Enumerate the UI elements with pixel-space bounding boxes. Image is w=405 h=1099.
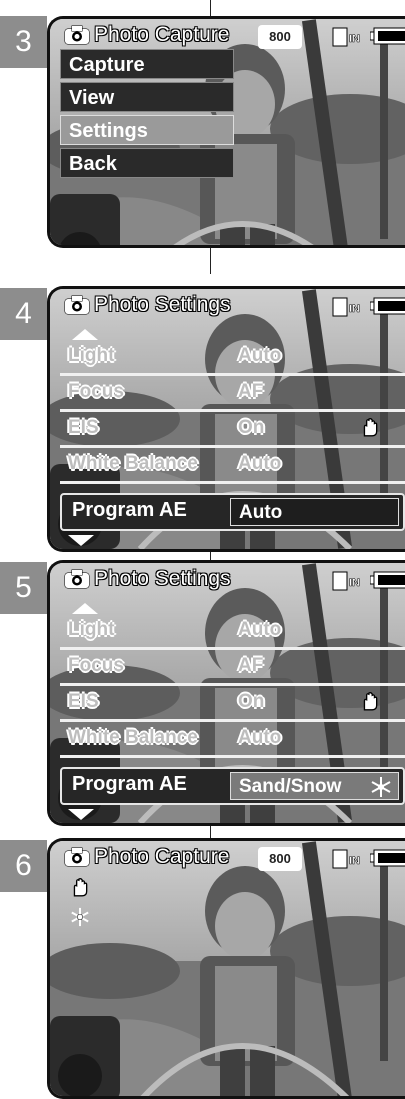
camera-icon <box>64 847 90 867</box>
battery-icon <box>370 849 405 867</box>
photo-capture-menu: Capture View Settings Back <box>60 49 234 181</box>
resolution-badge: 800 <box>258 25 302 49</box>
snowflake-icon <box>371 777 391 797</box>
screen-header: Photo Settings <box>64 567 231 591</box>
svg-text:IN: IN <box>349 855 360 867</box>
camera-icon <box>64 295 90 315</box>
setting-row-focus[interactable]: Focus AF <box>60 653 405 686</box>
setting-row-program-ae[interactable]: Program AE Auto <box>60 493 405 531</box>
internal-memory-icon: IN <box>332 297 360 317</box>
svg-text:IN: IN <box>349 303 360 315</box>
setting-row-light[interactable]: Light Auto <box>60 617 405 650</box>
camera-screen-photo-capture-menu: Photo Capture 800 IN Capture View Settin… <box>47 16 405 248</box>
internal-memory-icon: IN <box>332 27 360 47</box>
menu-item-back[interactable]: Back <box>60 148 234 178</box>
hand-eis-icon <box>363 692 378 711</box>
scroll-down-arrow-icon[interactable] <box>68 535 94 546</box>
setting-row-focus[interactable]: Focus AF <box>60 379 405 412</box>
setting-row-program-ae[interactable]: Program AE Sand/Snow <box>60 767 405 805</box>
hand-eis-icon <box>73 878 88 897</box>
program-ae-value[interactable]: Auto <box>230 498 399 526</box>
menu-item-capture[interactable]: Capture <box>60 49 234 79</box>
setting-row-eis[interactable]: EIS On <box>60 689 405 722</box>
screen-header: Photo Capture <box>64 23 230 47</box>
scroll-up-arrow-icon[interactable] <box>72 603 98 614</box>
step-number: 3 <box>0 16 47 68</box>
screen-title: Photo Capture <box>93 845 230 869</box>
battery-icon <box>370 297 405 315</box>
screen-title: Photo Settings <box>94 293 232 317</box>
resolution-badge: 800 <box>258 847 302 871</box>
screen-header: Photo Capture <box>64 845 230 869</box>
screen-title: Photo Settings <box>94 567 232 591</box>
camera-screen-photo-settings-sand-snow: Photo Settings IN Light Auto Focus AF EIS O… <box>47 560 405 826</box>
step-number: 6 <box>0 840 47 892</box>
screen-title: Photo Capture <box>93 23 230 47</box>
setting-row-white-balance[interactable]: White Balance Auto <box>60 451 405 484</box>
menu-item-settings[interactable]: Settings <box>60 115 234 145</box>
step-number: 5 <box>0 562 47 614</box>
camera-screen-photo-settings: Photo Settings IN Light Auto Focus AF EIS O… <box>47 286 405 552</box>
scroll-up-arrow-icon[interactable] <box>72 329 98 340</box>
hand-eis-icon <box>363 418 378 437</box>
scene-photo <box>50 841 405 1099</box>
internal-memory-icon: IN <box>332 571 360 591</box>
battery-icon <box>370 27 405 45</box>
svg-text:IN: IN <box>349 33 360 45</box>
scroll-down-arrow-icon[interactable] <box>68 809 94 820</box>
snowflake-icon <box>71 907 89 927</box>
svg-text:IN: IN <box>349 577 360 589</box>
camera-icon <box>64 25 90 45</box>
setting-row-white-balance[interactable]: White Balance Auto <box>60 725 405 758</box>
internal-memory-icon: IN <box>332 849 360 869</box>
setting-row-light[interactable]: Light Auto <box>60 343 405 376</box>
menu-item-view[interactable]: View <box>60 82 234 112</box>
camera-icon <box>64 569 90 589</box>
screen-header: Photo Settings <box>64 293 231 317</box>
camera-screen-photo-capture: Photo Capture 800 IN <box>47 838 405 1099</box>
step-number: 4 <box>0 288 47 340</box>
battery-icon <box>370 571 405 589</box>
program-ae-value[interactable]: Sand/Snow <box>230 772 399 800</box>
setting-row-eis[interactable]: EIS On <box>60 415 405 448</box>
